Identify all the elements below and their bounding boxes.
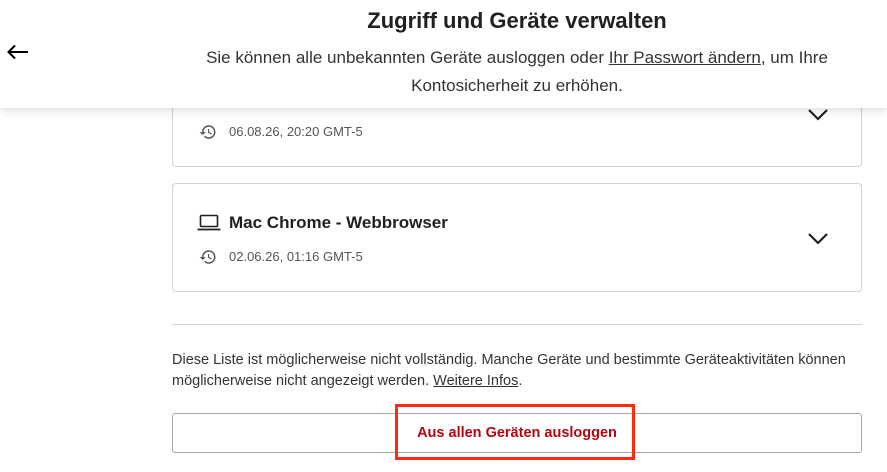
chevron-down-icon[interactable] — [807, 232, 829, 246]
subtitle-text: Sie können alle unbekannten Geräte auslo… — [206, 48, 609, 67]
last-activity-time: 06.08.26, 20:20 GMT-5 — [229, 124, 363, 139]
divider — [172, 324, 862, 325]
page-subtitle: Sie können alle unbekannten Geräte auslo… — [172, 44, 862, 100]
chevron-down-icon[interactable] — [807, 108, 829, 122]
last-activity-time: 02.06.26, 01:16 GMT-5 — [229, 249, 363, 264]
sign-out-all-devices-button[interactable]: Aus allen Geräten ausloggen — [172, 413, 862, 453]
more-info-link[interactable]: Weitere Infos — [433, 373, 518, 389]
note-end: . — [518, 373, 523, 389]
arrow-left-icon — [7, 44, 28, 60]
page-title: Zugriff und Geräte verwalten — [367, 8, 667, 33]
sign-out-all-label: Aus allen Geräten ausloggen — [417, 425, 617, 441]
manage-devices-page: 06.08.26, 20:20 GMT-5 Mac Chrome - Webbr… — [0, 0, 887, 472]
device-card[interactable]: Mac Chrome - Webbrowser 02.06.26, 01:16 … — [172, 183, 862, 292]
back-button[interactable] — [4, 38, 32, 66]
device-name: Mac Chrome - Webbrowser — [229, 213, 448, 232]
history-icon — [199, 250, 216, 264]
laptop-icon — [197, 214, 221, 231]
list-incomplete-note: Diese Liste ist möglicherweise nicht vol… — [172, 350, 862, 392]
page-header: Zugriff und Geräte verwalten Sie können … — [0, 0, 887, 108]
change-password-link[interactable]: Ihr Passwort ändern — [609, 48, 761, 67]
history-icon — [199, 125, 216, 139]
